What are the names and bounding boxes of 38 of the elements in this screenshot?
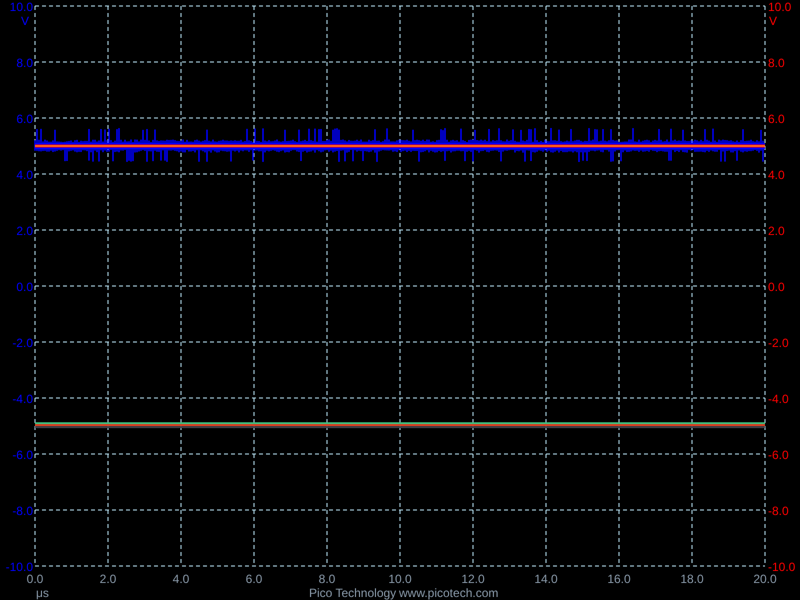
axis-label: 8.0 xyxy=(768,56,785,70)
axis-label: -6.0 xyxy=(768,448,789,462)
website-text: www.picotech.com xyxy=(399,586,498,600)
axis-unit: μs xyxy=(36,586,49,600)
axis-label: 8.0 xyxy=(16,56,33,70)
axis-label: 0.0 xyxy=(16,280,33,294)
axis-label: -4.0 xyxy=(12,392,33,406)
axis-label: 18.0 xyxy=(680,572,704,586)
axis-label: -8.0 xyxy=(768,504,789,518)
axis-label: 6.0 xyxy=(246,572,262,586)
axis-label: 10.0 xyxy=(388,572,412,586)
axis-label: 4.0 xyxy=(768,168,785,182)
axis-label: 2.0 xyxy=(768,224,785,238)
axis-label: 2.0 xyxy=(16,224,33,238)
axis-label: -8.0 xyxy=(12,504,33,518)
axis-label: -4.0 xyxy=(768,392,789,406)
axis-label: -2.0 xyxy=(12,336,33,350)
axis-label: -2.0 xyxy=(768,336,789,350)
axis-label: 2.0 xyxy=(100,572,116,586)
axis-label: 10.0 xyxy=(768,0,792,14)
axis-label: -10.0 xyxy=(6,560,33,574)
axis-label: 0.0 xyxy=(768,280,785,294)
axis-label: 4.0 xyxy=(16,168,33,182)
axis-label: 6.0 xyxy=(16,112,33,126)
axis-label: 10.0 xyxy=(10,0,33,14)
axis-label: 20.0 xyxy=(753,572,777,586)
axis-unit: V xyxy=(20,14,29,28)
axis-label: 14.0 xyxy=(534,572,558,586)
axis-label: 0.0 xyxy=(26,572,44,586)
axis-label: -6.0 xyxy=(12,448,33,462)
axis-label: 12.0 xyxy=(461,572,485,586)
axis-label: 4.0 xyxy=(172,572,190,586)
axis-label: 8.0 xyxy=(318,572,336,586)
axis-label: 6.0 xyxy=(768,112,785,126)
company-name: Pico Technology xyxy=(309,586,396,600)
axis-label: 16.0 xyxy=(607,572,631,586)
axis-unit: V xyxy=(769,14,778,28)
axis-label: -10.0 xyxy=(768,560,796,574)
